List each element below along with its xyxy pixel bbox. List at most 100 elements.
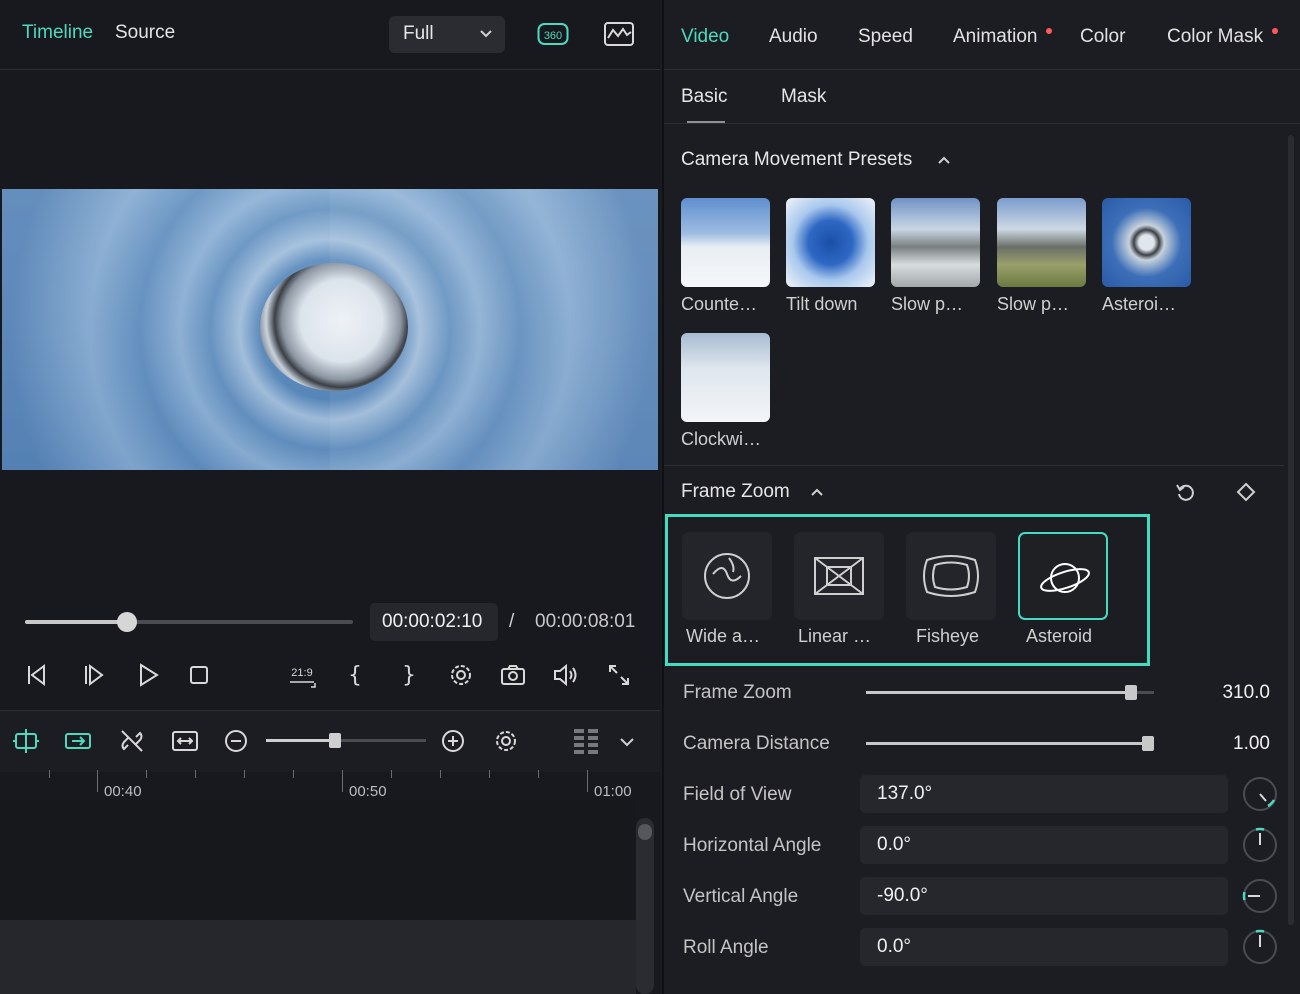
field-of-view-input[interactable]: 137.0°: [860, 775, 1228, 813]
zoom-in-button[interactable]: [438, 726, 468, 756]
camera-icon: [501, 665, 525, 685]
stop-button[interactable]: [184, 660, 214, 690]
chevron-up-icon[interactable]: [937, 155, 951, 165]
camera-distance-handle[interactable]: [1142, 736, 1154, 751]
properties-scrollbar[interactable]: [1288, 135, 1294, 925]
previous-frame-button[interactable]: [24, 660, 54, 690]
vertical-angle-input[interactable]: -90.0°: [860, 877, 1228, 915]
tab-source[interactable]: Source: [115, 22, 175, 44]
frame-zoom-value[interactable]: 310.0: [1222, 682, 1270, 704]
planet-icon: [1040, 563, 1090, 593]
timeline-zoom-handle[interactable]: [329, 733, 341, 748]
unlink-button[interactable]: [117, 726, 147, 756]
camera-distance-fill: [866, 742, 1148, 745]
time-separator: /: [509, 611, 515, 632]
grid-dots-icon: [574, 729, 598, 754]
playback-scrubber[interactable]: [25, 612, 353, 632]
active-subtab-indicator: [687, 121, 725, 123]
timeline-scrollbar-thumb[interactable]: [638, 824, 652, 840]
chevron-up-icon[interactable]: [810, 487, 824, 497]
camera-distance-slider[interactable]: [866, 736, 1154, 751]
volume-button[interactable]: [551, 660, 581, 690]
horizontal-angle-dial-icon[interactable]: [1242, 827, 1278, 863]
aspect-ratio-button[interactable]: 21:9: [287, 660, 317, 690]
wide-angle-icon: [704, 553, 750, 599]
plus-circle-icon: [442, 730, 464, 752]
frame-mode-label: Wide a…: [686, 626, 761, 646]
player-panel: Timeline Source Full 360 00:00:02:10 / 0…: [0, 0, 660, 994]
zoom-out-button[interactable]: [221, 726, 251, 756]
frame-mode-asteroid[interactable]: [1018, 532, 1108, 620]
frame-mode-wide-angle[interactable]: [682, 532, 772, 620]
tab-speed[interactable]: Speed: [858, 26, 913, 48]
current-time[interactable]: 00:00:02:10: [370, 603, 498, 641]
preset-slow-pan-1[interactable]: Slow p…: [891, 198, 981, 315]
render-settings-button[interactable]: [446, 660, 476, 690]
frame-mode-label: Fisheye: [916, 626, 980, 646]
tab-audio[interactable]: Audio: [769, 26, 818, 48]
camera-distance-value[interactable]: 1.00: [1233, 733, 1270, 755]
tab-timeline[interactable]: Timeline: [22, 22, 93, 44]
snapshot-button[interactable]: [498, 660, 528, 690]
preset-tilt-down[interactable]: Tilt down: [786, 198, 876, 315]
timeline-track-lower[interactable]: [0, 920, 636, 994]
frame-zoom-handle[interactable]: [1125, 685, 1137, 700]
preset-counterclockwise[interactable]: Counte…: [681, 198, 771, 315]
next-frame-button[interactable]: [80, 660, 110, 690]
clip-link-icon: [65, 733, 91, 749]
frame-mode-linear[interactable]: [794, 532, 884, 620]
roll-angle-dial-icon[interactable]: [1242, 929, 1278, 965]
timeline-track-area[interactable]: [0, 800, 636, 920]
more-options-button[interactable]: [612, 726, 642, 756]
tab-color-mask[interactable]: Color Mask: [1167, 26, 1263, 48]
timeline-settings-button[interactable]: [491, 726, 521, 756]
reset-icon[interactable]: [1175, 481, 1197, 503]
preset-thumbnail: [786, 198, 875, 287]
timeline-ruler[interactable]: 00:40 00:50 01:00: [0, 770, 640, 800]
waveform-monitor-icon[interactable]: [603, 20, 635, 48]
play-icon: [140, 663, 159, 687]
auto-ripple-button[interactable]: [11, 726, 41, 756]
preset-clockwise[interactable]: Clockwi…: [681, 333, 771, 450]
roll-angle-input[interactable]: 0.0°: [860, 928, 1228, 966]
fit-timeline-button[interactable]: [170, 726, 200, 756]
preset-asteroid[interactable]: Asteroi…: [1102, 198, 1192, 315]
preset-thumbnail: [891, 198, 980, 287]
frame-zoom-title[interactable]: Frame Zoom: [681, 481, 790, 503]
vertical-angle-dial-icon[interactable]: [1242, 878, 1278, 914]
aspect-ratio-icon: 21:9: [290, 667, 316, 688]
view-360-icon[interactable]: 360: [537, 20, 569, 48]
svg-text:360: 360: [544, 30, 562, 42]
video-preview[interactable]: [2, 189, 658, 470]
scrubber-handle[interactable]: [117, 612, 137, 632]
link-clips-button[interactable]: [63, 726, 93, 756]
field-of-view-dial-icon[interactable]: [1242, 776, 1278, 812]
timeline-zoom-slider[interactable]: [266, 733, 426, 748]
tab-animation[interactable]: Animation: [953, 26, 1038, 48]
horizontal-angle-input[interactable]: 0.0°: [860, 826, 1228, 864]
gear-icon: [451, 665, 471, 685]
minus-circle-icon: [225, 730, 247, 752]
fullscreen-button[interactable]: [604, 660, 634, 690]
svg-text:}: }: [402, 663, 416, 688]
stop-icon: [190, 666, 208, 684]
frame-zoom-slider[interactable]: [866, 685, 1154, 700]
mark-out-button[interactable]: }: [394, 660, 424, 690]
preset-label: Asteroi…: [1102, 294, 1177, 314]
zoom-select[interactable]: Full: [389, 16, 505, 53]
preset-label: Slow p…: [891, 294, 964, 314]
play-button[interactable]: [133, 660, 163, 690]
snap-icon: [13, 729, 39, 753]
track-layout-button[interactable]: [571, 726, 601, 756]
frame-mode-fisheye[interactable]: [906, 532, 996, 620]
zoom-select-value: Full: [403, 23, 434, 44]
subtab-basic[interactable]: Basic: [681, 86, 727, 108]
preset-slow-pan-2[interactable]: Slow p…: [997, 198, 1087, 315]
tab-color[interactable]: Color: [1080, 26, 1125, 48]
timeline-scrollbar[interactable]: [636, 818, 654, 994]
subtab-mask[interactable]: Mask: [781, 86, 826, 108]
camera-presets-title[interactable]: Camera Movement Presets: [681, 149, 912, 171]
tab-video[interactable]: Video: [681, 26, 729, 48]
keyframe-icon[interactable]: [1235, 481, 1257, 503]
mark-in-button[interactable]: {: [340, 660, 370, 690]
